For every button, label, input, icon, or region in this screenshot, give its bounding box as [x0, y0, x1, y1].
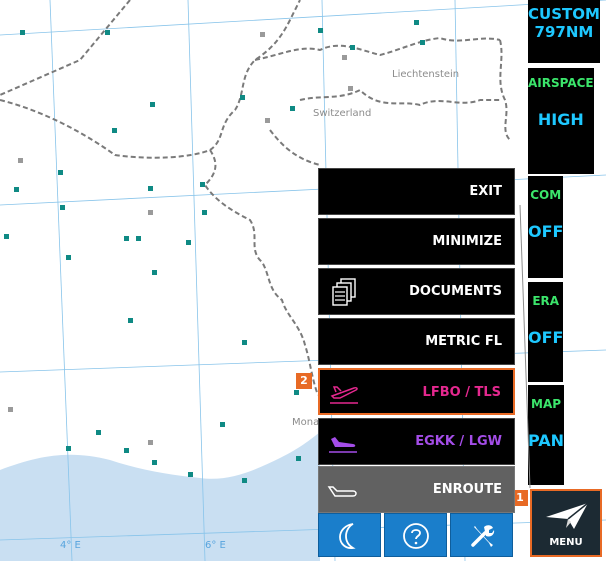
- custom-title: CUSTOM: [528, 5, 600, 23]
- custom-value: 797NM: [534, 23, 594, 41]
- airspace-panel[interactable]: AIRSPACE HIGH: [528, 68, 594, 174]
- com-value: OFF: [528, 222, 564, 241]
- map-view[interactable]: [0, 0, 606, 561]
- menu-item-documents-label: DOCUMENTS: [409, 284, 502, 299]
- map-label-liechtenstein: Liechtenstein: [392, 69, 460, 80]
- lfbo-callout-badge: 2: [296, 373, 312, 389]
- night-mode-icon: [339, 523, 356, 550]
- custom-range-panel[interactable]: CUSTOM 797NM: [528, 0, 600, 63]
- menu-item-metric-fl[interactable]: METRIC FL: [318, 318, 515, 365]
- era-panel[interactable]: ERA OFF: [528, 282, 564, 382]
- map-mode-value: PAN: [528, 431, 565, 450]
- takeoff-icon: [330, 386, 358, 404]
- menu-item-enroute-label: ENROUTE: [432, 482, 502, 497]
- paper-plane-icon: [546, 502, 589, 529]
- map-mode-panel[interactable]: MAP PAN: [528, 385, 565, 485]
- menu-item-egkk-lgw[interactable]: EGKK / LGW: [318, 418, 515, 465]
- help-icon: [403, 523, 429, 549]
- settings-icon: [471, 525, 495, 547]
- era-value: OFF: [528, 328, 564, 347]
- cruise-icon: [327, 486, 357, 497]
- menu-item-egkk-lgw-label: EGKK / LGW: [415, 434, 502, 449]
- com-label: COM: [530, 188, 562, 202]
- longitude-label-6e: 6° E: [205, 540, 226, 551]
- com-panel[interactable]: COM OFF: [528, 176, 564, 278]
- menu-item-exit[interactable]: EXIT: [318, 168, 515, 215]
- airspace-label: AIRSPACE: [528, 76, 594, 90]
- help-button[interactable]: [384, 513, 447, 557]
- menu-button-label: MENU: [549, 537, 583, 548]
- night-mode-button[interactable]: [318, 513, 381, 557]
- menu-item-minimize[interactable]: MINIMIZE: [318, 218, 515, 265]
- menu-item-exit-label: EXIT: [469, 184, 502, 199]
- longitude-label-4e: 4° E: [60, 540, 81, 551]
- menu-item-lfbo-tls[interactable]: LFBO / TLS: [318, 368, 515, 415]
- menu-item-metric-fl-label: METRIC FL: [425, 334, 502, 349]
- menu-item-lfbo-tls-label: LFBO / TLS: [422, 385, 501, 400]
- landing-icon: [329, 437, 357, 453]
- era-label: ERA: [532, 294, 560, 308]
- menu-item-documents[interactable]: DOCUMENTS: [318, 268, 515, 315]
- map-mode-label: MAP: [531, 397, 562, 411]
- sea-area: [0, 432, 320, 561]
- settings-button[interactable]: [450, 513, 513, 557]
- menu-button[interactable]: MENU: [530, 489, 602, 557]
- airspace-value: HIGH: [537, 110, 584, 129]
- map-label-switzerland: Switzerland: [313, 108, 372, 119]
- menu-item-enroute[interactable]: ENROUTE: [318, 466, 515, 513]
- documents-icon: [332, 278, 356, 306]
- menu-item-minimize-label: MINIMIZE: [432, 234, 502, 249]
